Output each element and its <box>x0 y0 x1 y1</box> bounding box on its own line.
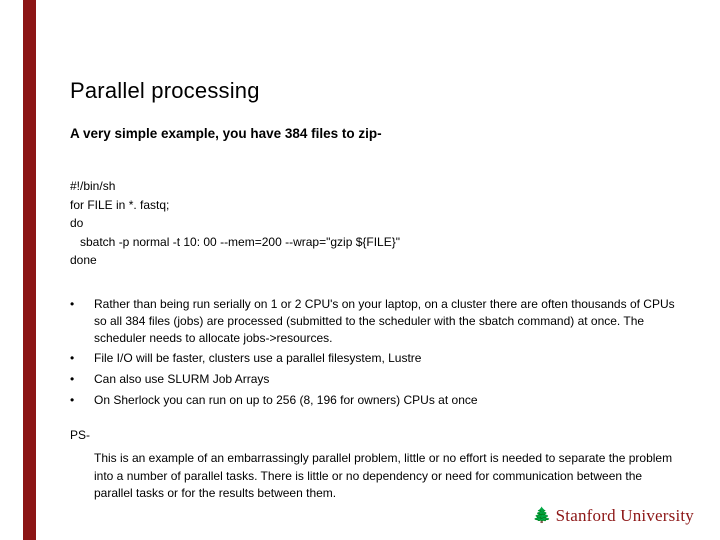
tree-icon: 🌲 <box>533 506 552 525</box>
bullet-dot: • <box>70 350 94 367</box>
slide-subtitle: A very simple example, you have 384 file… <box>70 126 680 141</box>
left-red-bar <box>23 0 36 540</box>
list-item: • Can also use SLURM Job Arrays <box>70 371 680 388</box>
list-item: • Rather than being run serially on 1 or… <box>70 296 680 346</box>
bullet-dot: • <box>70 371 94 388</box>
bullet-text: On Sherlock you can run on up to 256 (8,… <box>94 392 680 409</box>
bullet-dot: • <box>70 296 94 346</box>
bullet-dot: • <box>70 392 94 409</box>
slide-title: Parallel processing <box>70 78 680 104</box>
ps-body: This is an example of an embarrassingly … <box>70 450 680 502</box>
bullet-list: • Rather than being run serially on 1 or… <box>70 296 680 409</box>
code-line: do <box>70 214 680 233</box>
code-line: done <box>70 251 680 270</box>
code-block: #!/bin/sh for FILE in *. fastq; do sbatc… <box>70 177 680 270</box>
bullet-text: Can also use SLURM Job Arrays <box>94 371 680 388</box>
stanford-logo: 🌲Stanford University <box>533 506 694 526</box>
code-line: for FILE in *. fastq; <box>70 196 680 215</box>
slide-content: Parallel processing A very simple exampl… <box>70 78 680 502</box>
ps-label: PS- <box>70 427 680 444</box>
bullet-text: Rather than being run serially on 1 or 2… <box>94 296 680 346</box>
ps-block: PS- This is an example of an embarrassin… <box>70 427 680 503</box>
list-item: • On Sherlock you can run on up to 256 (… <box>70 392 680 409</box>
logo-text: Stanford University <box>556 506 694 525</box>
code-line: sbatch -p normal -t 10: 00 --mem=200 --w… <box>70 233 680 252</box>
bullet-text: File I/O will be faster, clusters use a … <box>94 350 680 367</box>
code-line: #!/bin/sh <box>70 177 680 196</box>
list-item: • File I/O will be faster, clusters use … <box>70 350 680 367</box>
